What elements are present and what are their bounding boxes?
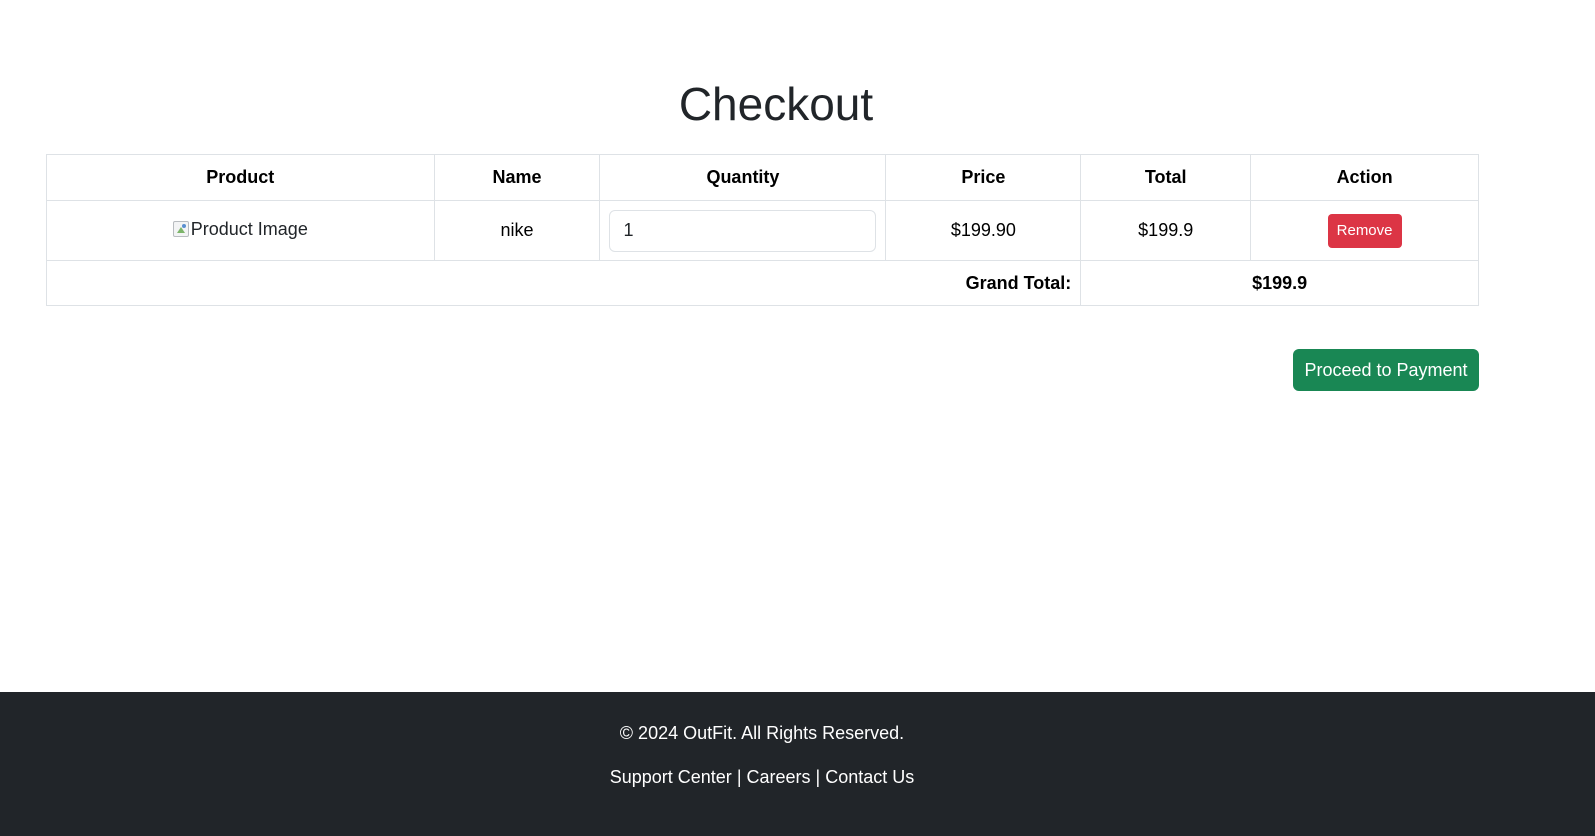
cart-table-head: Product Name Quantity Price Total Action xyxy=(46,154,1479,201)
broken-image-icon xyxy=(172,221,189,238)
product-total: $199.9 xyxy=(1080,200,1252,261)
footer-separator: | xyxy=(736,767,742,787)
remove-button[interactable]: Remove xyxy=(1327,213,1402,248)
careers-link[interactable]: Careers xyxy=(747,767,811,787)
header-total: Total xyxy=(1080,154,1252,201)
grand-total-value: $199.9 xyxy=(1080,260,1479,306)
page-title: Checkout xyxy=(678,78,874,130)
product-image-cell: Product Image xyxy=(46,200,435,261)
header-product: Product xyxy=(46,154,435,201)
header-price: Price xyxy=(885,154,1082,201)
product-image-alt: Product Image xyxy=(190,218,308,239)
site-footer: © 2024 OutFit. All Rights Reserved. Supp… xyxy=(0,692,1595,836)
table-row: Product Image nike $199.90 $199.9 Remove xyxy=(46,200,1479,261)
proceed-to-payment-button[interactable]: Proceed to Payment xyxy=(1293,349,1479,391)
product-image: Product Image xyxy=(172,218,308,240)
header-name: Name xyxy=(433,154,601,201)
footer-copyright: © 2024 OutFit. All Rights Reserved. xyxy=(619,723,905,743)
quantity-cell xyxy=(599,200,887,261)
grand-total-label: Grand Total: xyxy=(45,260,1082,306)
checkout-page: Checkout Product Name Quantity Price Tot… xyxy=(0,0,1595,836)
contact-us-link[interactable]: Contact Us xyxy=(825,767,914,787)
footer-links: Support Center | Careers | Contact Us xyxy=(0,766,1524,788)
header-row: Product Name Quantity Price Total Action xyxy=(46,154,1479,201)
grand-total-row: Grand Total: $199.9 xyxy=(45,260,1479,306)
quantity-input[interactable] xyxy=(609,209,877,252)
cart-table-foot: Grand Total: $199.9 xyxy=(45,260,1479,306)
header-quantity: Quantity xyxy=(599,154,887,201)
action-cell: Remove xyxy=(1250,200,1479,261)
cart-table-body: Product Image nike $199.90 $199.9 Remove xyxy=(46,200,1479,261)
support-center-link[interactable]: Support Center xyxy=(610,767,732,787)
product-price: $199.90 xyxy=(885,200,1082,261)
product-name: nike xyxy=(433,200,601,261)
cart-table: Product Name Quantity Price Total Action… xyxy=(45,154,1479,306)
footer-separator: | xyxy=(815,767,821,787)
header-action: Action xyxy=(1250,154,1479,201)
